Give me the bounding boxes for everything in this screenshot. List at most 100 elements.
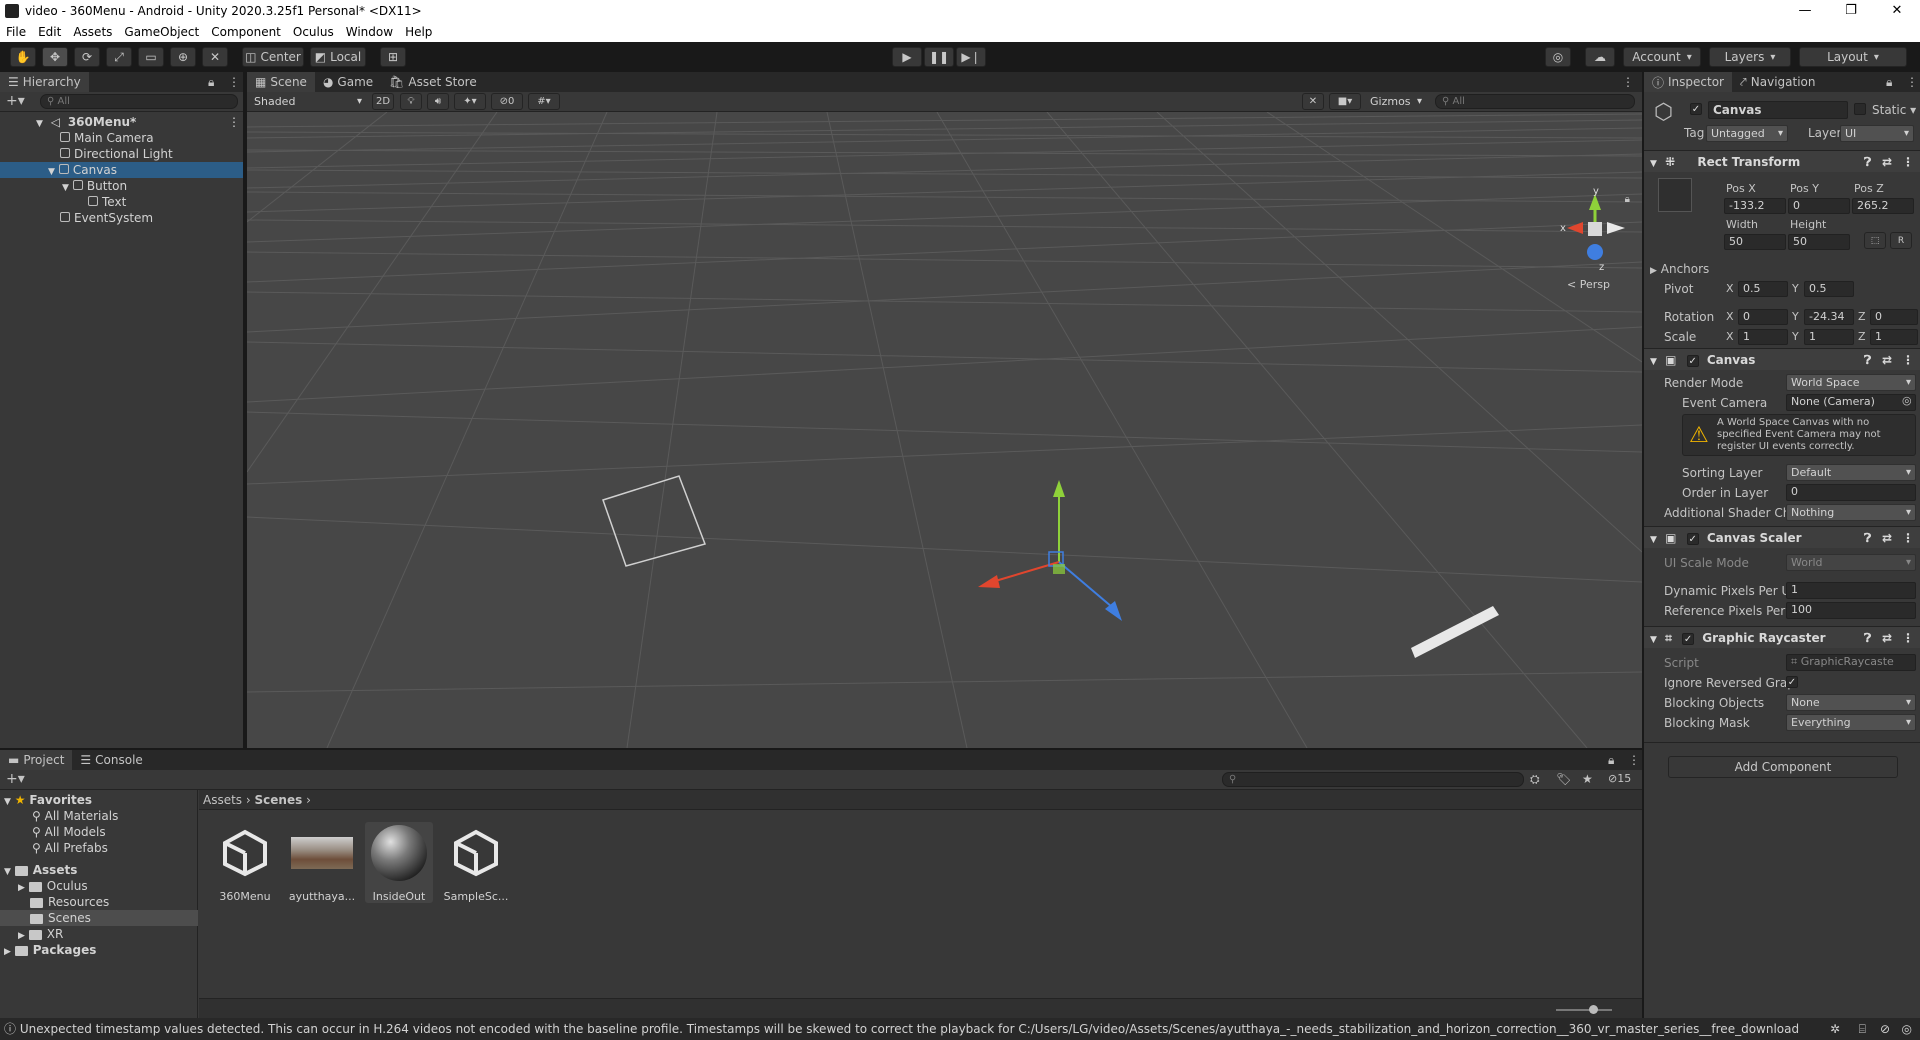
tools-icon[interactable]: ✕ [1302, 93, 1324, 110]
expand-arrow-icon[interactable]: ▶ [4, 947, 11, 957]
list-item[interactable]: Directional Light [0, 146, 243, 162]
transform-tool-icon[interactable]: ⊕ [170, 47, 196, 67]
persp-label[interactable]: < Persp [1567, 278, 1610, 291]
tab-asset-store[interactable]: 🛍︎ Asset Store [381, 72, 485, 92]
scale-y-field[interactable]: 1 [1804, 329, 1854, 345]
list-item[interactable]: ▼ Button [0, 178, 243, 194]
more-icon[interactable]: ⋮ [1622, 75, 1634, 89]
viewport-lock-icon[interactable]: 🔒︎ [1625, 194, 1630, 205]
add-icon[interactable]: +▾ [6, 771, 25, 787]
more-icon[interactable]: ⋮ [1906, 75, 1918, 89]
sorting-layer-dropdown[interactable]: Default [1786, 464, 1916, 481]
move-tool-icon[interactable]: ✥ [42, 47, 68, 67]
folder-item-selected[interactable]: Scenes [0, 910, 198, 926]
step-button[interactable]: ▶❘ [956, 47, 986, 67]
collapse-arrow-icon[interactable]: ▼ [1650, 635, 1657, 645]
rotate-tool-icon[interactable]: ⟳ [74, 47, 100, 67]
favorite-item[interactable]: ⚲ All Materials [32, 808, 118, 824]
menu-help[interactable]: Help [399, 25, 438, 39]
raw-edit-button[interactable]: R [1890, 232, 1912, 249]
hierarchy-search-input[interactable]: ⚲ All [40, 94, 238, 109]
canvas-scaler-header[interactable]: ▼ ▣ ✓ Canvas Scaler ❓︎ ⇄ ⋮ [1644, 526, 1920, 548]
lock-icon[interactable]: 🔒︎ [1608, 753, 1614, 768]
asset-file[interactable]: 360Menu [211, 822, 279, 903]
width-field[interactable]: 50 [1724, 234, 1786, 250]
gizmos-dropdown[interactable]: Gizmos [1365, 93, 1427, 110]
pivot-x-field[interactable]: 0.5 [1738, 281, 1788, 297]
preset-icon[interactable]: ⇄ [1882, 349, 1892, 371]
reference-pixels-field[interactable]: 100 [1786, 602, 1916, 619]
collapse-arrow-icon[interactable]: ▼ [1650, 535, 1657, 545]
list-item-selected[interactable]: ▼ Canvas [0, 162, 243, 178]
favorites-item[interactable]: ▼ ★ Favorites [4, 792, 92, 808]
posx-field[interactable]: -133.2 [1724, 198, 1786, 214]
tab-inspector[interactable]: ⓘ Inspector [1644, 72, 1732, 92]
active-checkbox[interactable]: ✓ [1690, 103, 1702, 115]
height-field[interactable]: 50 [1788, 234, 1850, 250]
folder-item[interactable]: Resources [30, 894, 109, 910]
expand-arrow-icon[interactable]: ▶ [18, 883, 25, 893]
favorite-item[interactable]: ⚲ All Prefabs [32, 840, 108, 856]
scale-tool-icon[interactable]: ⤢ [106, 47, 132, 67]
lock-icon[interactable]: 🔒︎ [208, 75, 214, 90]
canvas-enabled-checkbox[interactable]: ✓ [1686, 354, 1699, 367]
progress-check-icon[interactable]: ◎ [1902, 1018, 1912, 1040]
tab-scene[interactable]: ▦ Scene [247, 72, 315, 92]
hierarchy-scene-row[interactable]: ▼ ◁ 360Menu* ⋮ [0, 114, 243, 130]
rect-transform-header[interactable]: ▼ ⁜ Rect Transform ❓︎ ⇄ ⋮ [1644, 150, 1920, 172]
audio-toggle-icon[interactable]: 🔊︎ [427, 93, 449, 110]
filter-label-icon[interactable]: 🏷︎ [1556, 772, 1571, 786]
pivot-center-button[interactable]: ◫ Center [242, 47, 304, 67]
menu-gameobject[interactable]: GameObject [118, 25, 205, 39]
expand-arrow-icon[interactable]: ▶ [18, 931, 25, 941]
tag-dropdown[interactable]: Untagged [1706, 125, 1788, 142]
help-icon[interactable]: ❓︎ [1864, 349, 1871, 371]
preset-icon[interactable]: ⇄ [1882, 151, 1892, 173]
object-name-field[interactable]: Canvas [1708, 101, 1848, 119]
tab-project[interactable]: ▬ Project [0, 750, 73, 770]
tab-hierarchy[interactable]: ☰ Hierarchy [0, 72, 89, 92]
dynamic-pixels-field[interactable]: 1 [1786, 582, 1916, 599]
canvas-component-header[interactable]: ▼ ▣ ✓ Canvas ❓︎ ⇄ ⋮ [1644, 348, 1920, 370]
canvas-scaler-enabled-checkbox[interactable]: ✓ [1686, 532, 1699, 545]
add-icon[interactable]: +▾ [6, 93, 25, 109]
anchor-preset-button[interactable] [1658, 178, 1692, 212]
event-camera-field[interactable]: None (Camera) [1786, 394, 1916, 411]
rotation-x-field[interactable]: 0 [1738, 309, 1788, 325]
ignore-reversed-checkbox[interactable]: ✓ [1786, 676, 1798, 688]
filter-type-icon[interactable]: ⛭ [1530, 772, 1540, 787]
blocking-mask-dropdown[interactable]: Everything [1786, 714, 1916, 731]
anchors-foldout[interactable]: ▶ Anchors [1650, 262, 1709, 276]
thumbnail-size-slider[interactable] [1556, 1009, 1612, 1011]
layers-dropdown[interactable]: Layers [1709, 47, 1791, 67]
project-search-input[interactable]: ⚲ [1222, 772, 1524, 787]
mute-icon[interactable]: ⊘ [1880, 1018, 1890, 1040]
scene-search-input[interactable]: ⚲ All [1435, 94, 1635, 109]
hidden-objects-toggle[interactable]: ⊘ 0 [491, 93, 523, 110]
canvas-button-plane[interactable] [1411, 606, 1499, 658]
custom-tool-icon[interactable]: ✕ [202, 47, 228, 67]
add-component-button[interactable]: Add Component [1668, 756, 1898, 778]
more-icon[interactable]: ⋮ [228, 75, 240, 89]
pivot-local-button[interactable]: ◩ Local [310, 47, 366, 67]
posy-field[interactable]: 0 [1788, 198, 1850, 214]
menu-file[interactable]: File [0, 25, 32, 39]
maximize-button[interactable]: ❐ [1828, 0, 1874, 22]
play-button[interactable]: ▶ [892, 47, 922, 67]
effects-toggle-icon[interactable]: ✦▾ [454, 93, 486, 110]
render-mode-dropdown[interactable]: World Space [1786, 374, 1916, 391]
grid-toggle-icon[interactable]: #▾ [528, 93, 560, 110]
object-picker-icon[interactable]: ◎ [1902, 394, 1912, 407]
order-in-layer-field[interactable]: 0 [1786, 484, 1916, 501]
scale-z-field[interactable]: 1 [1870, 329, 1918, 345]
close-button[interactable]: ✕ [1874, 0, 1920, 22]
packages-folder-item[interactable]: ▶ Packages [4, 942, 96, 958]
expand-arrow-icon[interactable]: ▼ [36, 119, 43, 129]
layout-dropdown[interactable]: Layout [1799, 47, 1907, 67]
layer-dropdown[interactable]: UI [1840, 125, 1914, 142]
shading-dropdown[interactable]: Shaded [249, 93, 367, 110]
help-icon[interactable]: ❓︎ [1864, 151, 1871, 173]
hand-tool-icon[interactable]: ✋ [10, 47, 36, 67]
help-icon[interactable]: ❓︎ [1864, 627, 1871, 649]
scene-menu-icon[interactable]: ⋮ [228, 114, 240, 130]
